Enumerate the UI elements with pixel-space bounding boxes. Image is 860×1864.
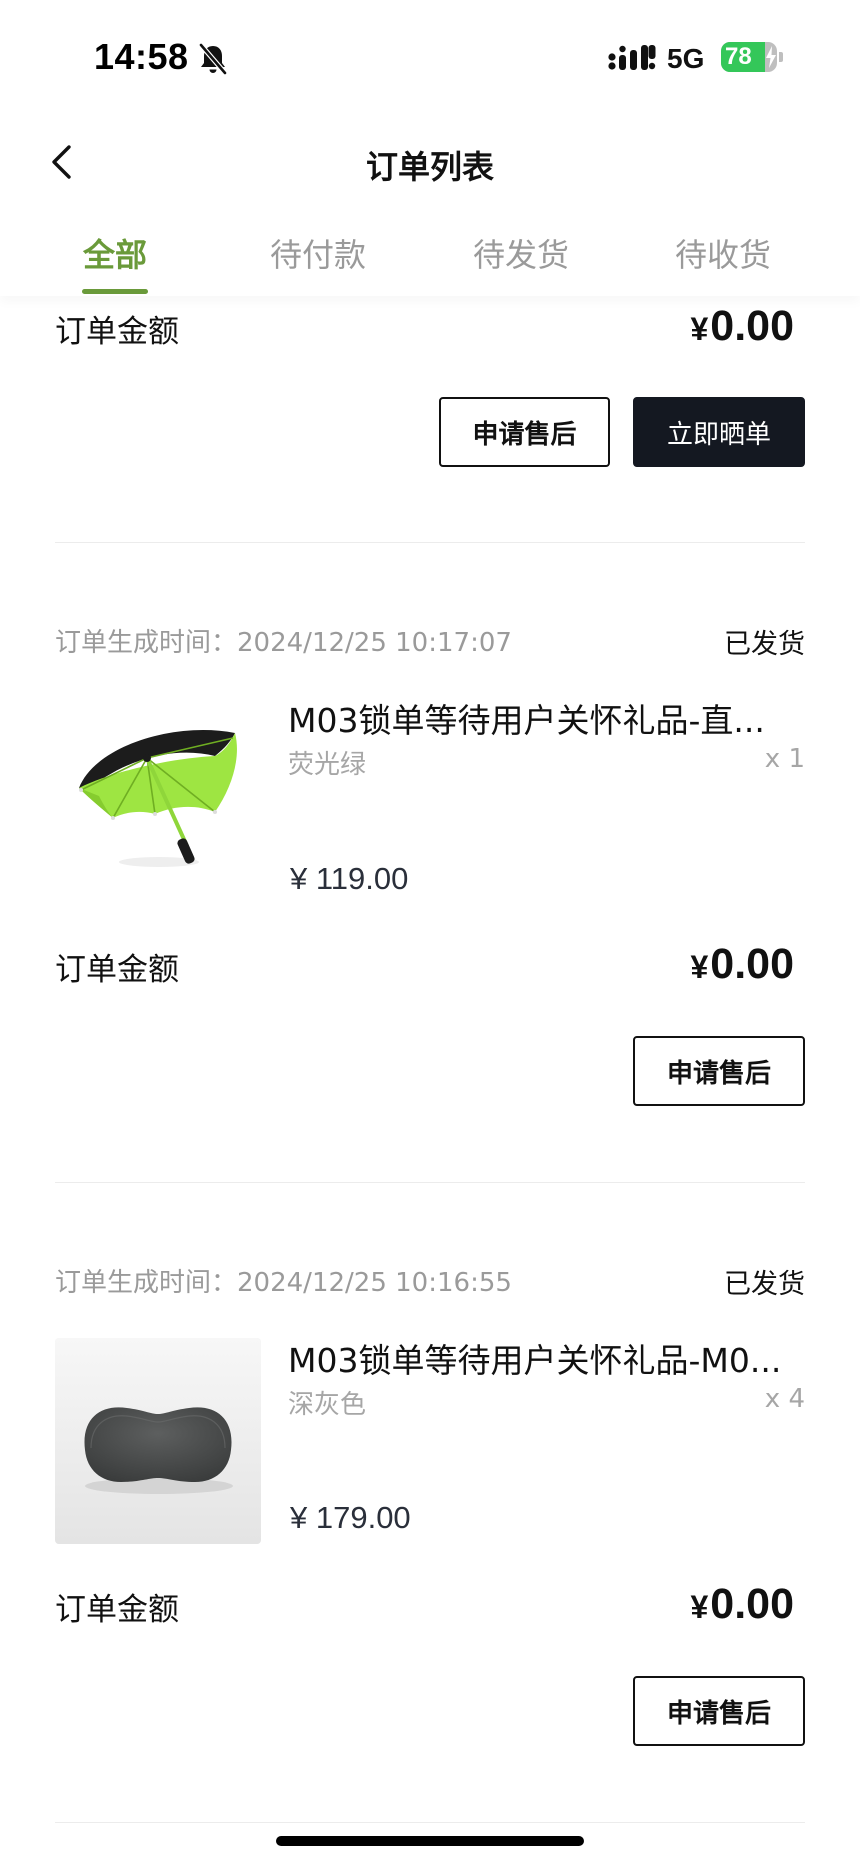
order-list[interactable]: 订单金额 ¥0.00 申请售后 立即晒单 订单生成时间：2024/12/25 1… xyxy=(0,296,860,1864)
status-bar: 14:58 5G 78 xyxy=(0,0,860,118)
order-amount-label: 订单金额 xyxy=(55,952,179,988)
product-variant: 深灰色 xyxy=(288,1390,367,1420)
signal-icon xyxy=(608,45,656,70)
order-time-value: 2024/12/25 10:16:55 xyxy=(237,1268,512,1298)
umbrella-image xyxy=(55,686,261,892)
order-created-time: 订单生成时间：2024/12/25 10:17:07 xyxy=(55,622,512,659)
product-name[interactable]: M03锁单等待用户关怀礼品-M0... xyxy=(288,1334,808,1382)
order-amount-number: 0.00 xyxy=(710,302,794,350)
order-status: 已发货 xyxy=(724,629,805,660)
order-amount-value: ¥0.00 xyxy=(691,940,795,989)
network-type: 5G xyxy=(667,43,705,74)
tab-active-indicator xyxy=(82,289,148,294)
after-sales-button[interactable]: 申请售后 xyxy=(439,397,610,467)
order-amount-label: 订单金额 xyxy=(55,1592,179,1628)
status-time: 14:58 xyxy=(94,36,189,77)
product-quantity: x 4 xyxy=(764,1384,805,1414)
product-price: ¥ 119.00 xyxy=(290,861,409,896)
home-indicator[interactable] xyxy=(276,1836,584,1846)
bell-slash-icon xyxy=(199,43,227,75)
battery-level: 78 xyxy=(725,43,752,70)
order-amount-label: 订单金额 xyxy=(55,314,179,350)
battery-icon: 78 xyxy=(721,42,783,72)
nav-bar: 订单列表 xyxy=(0,118,860,208)
divider xyxy=(55,542,805,543)
tab-all[interactable]: 全部 xyxy=(35,230,195,276)
divider xyxy=(55,1822,805,1823)
product-image-pillow[interactable] xyxy=(55,1338,261,1544)
product-variant: 荧光绿 xyxy=(288,750,367,780)
divider xyxy=(55,1182,805,1183)
currency-symbol: ¥ xyxy=(690,311,709,347)
pillow-image xyxy=(55,1338,261,1544)
product-image-umbrella[interactable] xyxy=(55,686,261,892)
order-created-time: 订单生成时间：2024/12/25 10:16:55 xyxy=(55,1262,512,1299)
tab-pending-shipment[interactable]: 待发货 xyxy=(441,230,601,276)
tab-pending-payment[interactable]: 待付款 xyxy=(238,230,398,276)
currency-symbol: ¥ xyxy=(690,949,709,985)
product-price: ¥ 179.00 xyxy=(290,1500,411,1535)
product-name[interactable]: M03锁单等待用户关怀礼品-直... xyxy=(288,694,808,742)
order-amount-number: 0.00 xyxy=(710,1580,794,1628)
order-time-label: 订单生成时间： xyxy=(55,1268,238,1298)
order-time-value: 2024/12/25 10:17:07 xyxy=(237,628,512,658)
order-amount-number: 0.00 xyxy=(710,940,794,988)
charging-bolt-icon xyxy=(766,46,776,68)
order-amount-value: ¥0.00 xyxy=(691,302,795,351)
tab-pending-receipt[interactable]: 待收货 xyxy=(643,230,803,276)
after-sales-button[interactable]: 申请售后 xyxy=(633,1676,805,1746)
page-title: 订单列表 xyxy=(365,148,494,186)
order-tabs: 全部 待付款 待发货 待收货 xyxy=(0,208,860,296)
order-time-label: 订单生成时间： xyxy=(55,628,238,658)
share-review-button[interactable]: 立即晒单 xyxy=(633,397,805,467)
product-quantity: x 1 xyxy=(764,744,805,774)
after-sales-button[interactable]: 申请售后 xyxy=(633,1036,805,1106)
currency-symbol: ¥ xyxy=(690,1589,709,1625)
order-status: 已发货 xyxy=(724,1269,805,1300)
order-amount-value: ¥0.00 xyxy=(691,1580,795,1629)
